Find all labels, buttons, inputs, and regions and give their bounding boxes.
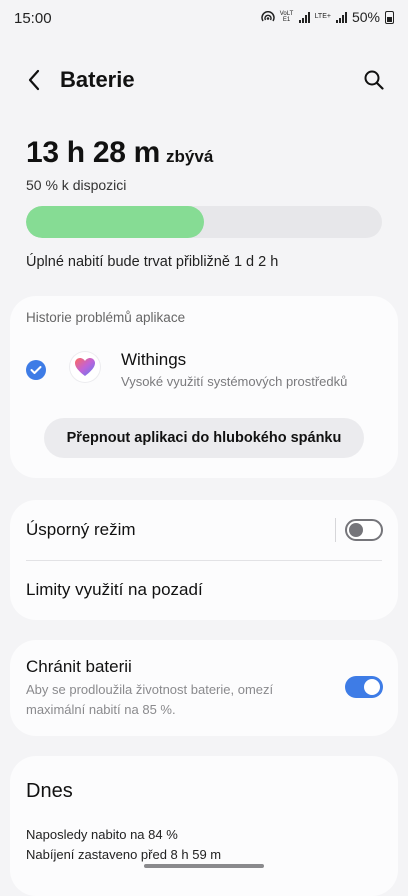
protect-battery-toggle[interactable]	[345, 676, 383, 698]
app-bar: Baterie	[0, 58, 408, 102]
available-percent: 50 % k dispozici	[26, 177, 127, 193]
power-saving-toggle[interactable]	[345, 519, 383, 541]
toggle-knob	[364, 679, 380, 695]
app-description: Vysoké využití systémových prostředků	[121, 374, 348, 389]
today-card: Dnes Naposledy nabito na 84 % Nabíjení z…	[10, 756, 398, 896]
battery-icon	[385, 10, 394, 24]
app-issue-history-card: Historie problémů aplikace Withings Vyso…	[10, 296, 398, 478]
status-bar: 15:00 VoLTE1 LTE+ 50%	[0, 0, 408, 36]
battery-percent: 50%	[351, 9, 380, 25]
remaining-time: 13 h 28 m	[26, 136, 161, 169]
charging-stopped: Nabíjení zastaveno před 8 h 59 m	[26, 847, 222, 862]
power-settings-card: Úsporný režim Limity využití na pozadí	[10, 500, 398, 620]
section-label: Historie problémů aplikace	[26, 310, 186, 325]
withings-app-icon	[70, 352, 100, 382]
page-title: Baterie	[60, 67, 135, 92]
chevron-left-icon	[28, 69, 40, 91]
signal-icon	[298, 11, 310, 23]
protect-battery-label: Chránit baterii	[26, 657, 132, 676]
signal-icon-2	[335, 11, 347, 23]
today-title: Dnes	[26, 780, 73, 802]
search-icon	[364, 70, 384, 90]
divider	[26, 560, 382, 561]
protect-battery-description: Aby se prodloužila životnost baterie, om…	[26, 682, 274, 717]
status-icons: VoLTE1 LTE+ 50%	[260, 9, 394, 25]
volte-label: VoLTE1	[279, 11, 294, 23]
remaining-suffix: zbývá	[166, 147, 214, 166]
charge-estimate: Úplné nabití bude trvat přibližně 1 d 2 …	[26, 254, 279, 270]
power-saving-label[interactable]: Úsporný režim	[26, 520, 136, 540]
divider	[335, 518, 336, 542]
home-indicator[interactable]	[144, 864, 264, 868]
battery-level-bar	[26, 206, 382, 238]
search-button[interactable]	[358, 64, 390, 96]
hotspot-icon	[260, 11, 275, 22]
app-name: Withings	[121, 350, 187, 369]
toggle-knob	[349, 523, 363, 537]
deep-sleep-button[interactable]: Přepnout aplikaci do hlubokého spánku	[44, 418, 364, 458]
heart-icon	[75, 358, 95, 376]
lte-label: LTE+	[314, 13, 331, 20]
background-limits-item[interactable]: Limity využití na pozadí	[26, 580, 203, 600]
protect-battery-card[interactable]: Chránit baterii Aby se prodloužila život…	[10, 640, 398, 736]
status-time: 15:00	[14, 10, 52, 27]
back-button[interactable]	[18, 64, 50, 96]
battery-level-fill	[26, 206, 204, 238]
last-charged: Naposledy nabito na 84 %	[26, 827, 178, 842]
check-icon	[30, 366, 42, 374]
checkbox-checked-icon[interactable]	[26, 360, 46, 380]
remaining-time-display: 13 h 28 m zbývá	[26, 136, 213, 170]
